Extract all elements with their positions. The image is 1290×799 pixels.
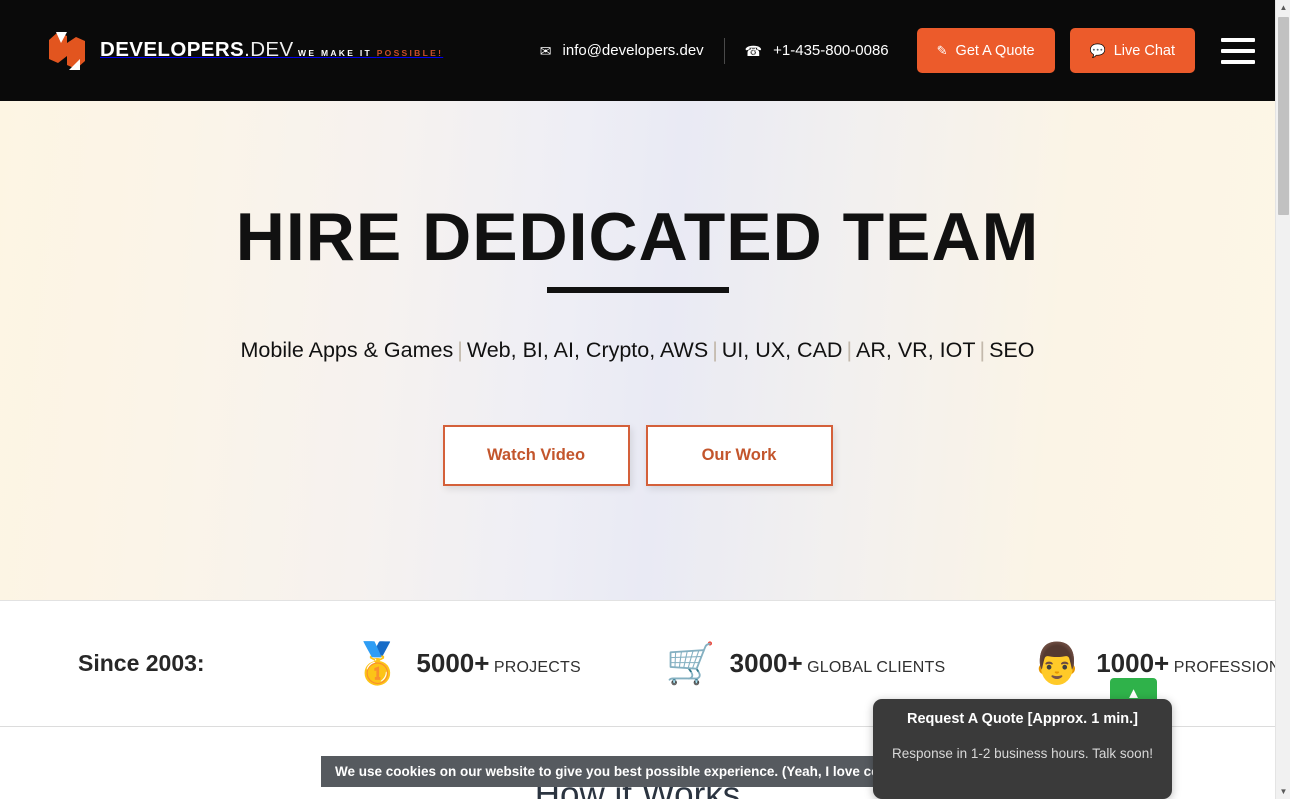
hero-subtitle: Mobile Apps & Games | Web, BI, AI, Crypto,… [241, 338, 1035, 363]
logo-tagline: WE MAKE IT POSSIBLE! [298, 48, 444, 59]
hamburger-menu-icon[interactable] [1221, 36, 1255, 66]
live-chat-label: Live Chat [1113, 42, 1175, 59]
hero-subtitle-separator: | [712, 338, 718, 363]
watch-video-button[interactable]: Watch Video [442, 425, 630, 487]
hero-subtitle-separator: | [846, 338, 853, 363]
hero-subtitle-part: Web, BI, AI, Crypto, AWS [466, 338, 709, 363]
title-underline [546, 287, 729, 294]
get-a-quote-label: Get A Quote [955, 42, 1035, 59]
stat-value: 1000+ [1096, 647, 1170, 678]
hero-subtitle-part: Mobile Apps & Games [240, 338, 454, 363]
stat-text: 1000+ PROFESSIONALS [1096, 647, 1275, 678]
stat-label: PROJECTS [493, 658, 581, 676]
hero-section: HIRE DEDICATED TEAM Mobile Apps & Games |… [0, 101, 1275, 600]
header-divider [723, 37, 725, 64]
logo-title-suffix: .DEV [244, 38, 294, 62]
developers-dev-logo-mark [48, 30, 86, 72]
hamburger-bar [1221, 48, 1255, 53]
chat-bubble-icon: 💬 [1089, 43, 1106, 58]
header-phone-text: +1-435-800-0086 [773, 42, 889, 59]
scrollbar-down-arrow[interactable]: ▼ [1276, 784, 1290, 799]
shopping-cart-emoji: 🛒 [665, 640, 716, 687]
stat-text: 5000+ PROJECTS [416, 647, 581, 678]
live-chat-button[interactable]: 💬 Live Chat [1069, 28, 1195, 73]
hero-subtitle-part: AR, VR, IOT [856, 338, 976, 363]
cookie-consent-banner[interactable]: We use cookies on our website to give yo… [321, 756, 960, 787]
hero-subtitle-separator: | [979, 338, 986, 363]
pencil-icon: ✎ [936, 43, 948, 58]
logo-title: DEVELOPERS.DEV [100, 38, 294, 62]
telephone-icon: ☎ [744, 42, 763, 59]
header-phone-link[interactable]: ☎ +1-435-800-0086 [745, 42, 889, 59]
stat-item-projects: 🥇 5000+ PROJECTS [353, 644, 581, 684]
stat-label: GLOBAL CLIENTS [807, 658, 946, 676]
hero-subtitle-separator: | [457, 338, 463, 363]
chat-widget-subtitle: Response in 1-2 business hours. Talk soo… [892, 746, 1153, 761]
cookie-consent-text: We use cookies on our website to give yo… [335, 764, 926, 779]
logo-text: DEVELOPERS.DEV WE MAKE IT POSSIBLE! [100, 40, 443, 61]
person-emoji: 👨 [1032, 640, 1083, 687]
page-content: DEVELOPERS.DEV WE MAKE IT POSSIBLE! ✉ in… [0, 0, 1275, 799]
stat-text: 3000+ GLOBAL CLIENTS [729, 647, 946, 678]
stat-item-global-clients: 🛒 3000+ GLOBAL CLIENTS [666, 644, 946, 684]
header-right-group: ✉ info@developers.dev ☎ +1-435-800-0086 … [540, 28, 1255, 73]
vertical-scrollbar[interactable]: ▲ ▼ [1275, 0, 1290, 799]
hero-subtitle-part: SEO [989, 338, 1035, 363]
hero-action-buttons: Watch Video Our Work [442, 425, 833, 487]
site-logo[interactable]: DEVELOPERS.DEV WE MAKE IT POSSIBLE! [48, 30, 443, 72]
medal-emoji: 🥇 [352, 640, 403, 687]
hamburger-bar [1221, 37, 1255, 42]
site-header: DEVELOPERS.DEV WE MAKE IT POSSIBLE! ✉ in… [0, 0, 1275, 101]
scrollbar-up-arrow[interactable]: ▲ [1276, 0, 1290, 15]
header-email-text: info@developers.dev [562, 42, 704, 59]
browser-viewport: DEVELOPERS.DEV WE MAKE IT POSSIBLE! ✉ in… [0, 0, 1290, 799]
page-title: HIRE DEDICATED TEAM [235, 199, 1040, 275]
scrollbar-thumb[interactable] [1278, 17, 1289, 215]
stat-label: PROFESSIONALS [1173, 658, 1275, 676]
chat-widget-title: Request A Quote [Approx. 1 min.] [907, 711, 1138, 727]
stat-value: 3000+ [729, 647, 803, 678]
get-a-quote-button[interactable]: ✎ Get A Quote [916, 28, 1055, 73]
our-work-button[interactable]: Our Work [645, 425, 833, 487]
hero-subtitle-part: UI, UX, CAD [721, 338, 843, 363]
hamburger-bar [1221, 59, 1255, 64]
since-label: Since 2003: [78, 650, 205, 676]
envelope-icon: ✉ [539, 42, 552, 59]
chat-widget-popup[interactable]: Request A Quote [Approx. 1 min.] Respons… [873, 699, 1172, 799]
stat-value: 5000+ [416, 647, 490, 678]
header-email-link[interactable]: ✉ info@developers.dev [540, 42, 704, 59]
